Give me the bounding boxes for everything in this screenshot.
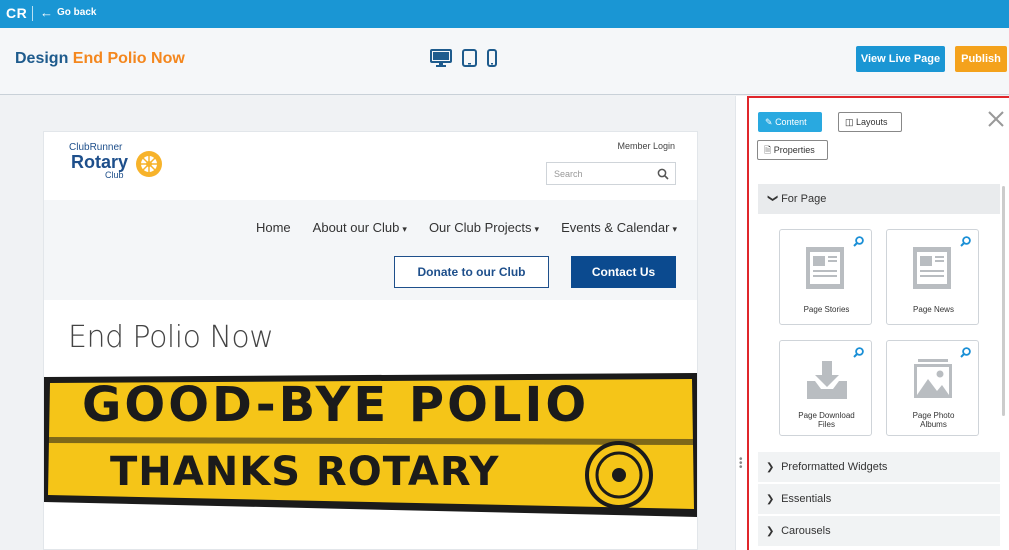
banner-text-line-1: GOOD-BYE POLIO	[82, 377, 590, 433]
tab-properties[interactable]: 🗎 Properties	[757, 140, 828, 160]
widget-label: Page Stories	[803, 305, 850, 314]
page-title: Design End Polio Now	[15, 50, 185, 68]
publish-button[interactable]: Publish	[955, 46, 1007, 72]
download-tray-icon	[805, 357, 849, 406]
tab-content[interactable]: ✎ Content	[758, 112, 822, 132]
top-bar: CR ← Go back	[0, 0, 1009, 28]
close-icon[interactable]	[987, 110, 1005, 133]
tab-layouts-label: Layouts	[856, 117, 888, 127]
arrow-left-icon: ←	[40, 4, 53, 20]
search-placeholder: Search	[554, 169, 583, 179]
widget-panel: ✎ Content ◫ Layouts 🗎 Properties ❯ For P…	[747, 96, 1009, 550]
contact-us-button[interactable]: Contact Us	[571, 256, 676, 288]
go-back-button[interactable]: ← Go back	[40, 4, 97, 20]
nav-home[interactable]: Home	[256, 220, 291, 235]
zoom-icon[interactable]	[853, 345, 864, 363]
edit-icon: ✎	[765, 117, 773, 127]
section-carousels[interactable]: ❯ Carousels	[758, 516, 1000, 546]
zoom-icon[interactable]	[960, 234, 971, 252]
caret-down-icon: ▾	[534, 224, 540, 234]
club-logo[interactable]: ClubRunner Rotary Club	[69, 142, 179, 182]
page-heading: End Polio Now	[68, 320, 274, 355]
section-essentials-label: Essentials	[781, 493, 832, 505]
widget-page-stories[interactable]: Page Stories	[779, 229, 872, 325]
tab-layouts[interactable]: ◫ Layouts	[838, 112, 902, 132]
panel-scrollbar[interactable]	[1002, 186, 1005, 416]
chevron-down-icon: ❯	[767, 194, 778, 203]
banner-text-line-2: THANKS ROTARY	[110, 449, 500, 495]
zoom-icon[interactable]	[853, 234, 864, 252]
device-preview-switcher	[430, 49, 497, 72]
chevron-right-icon: ❯	[766, 494, 775, 505]
caret-down-icon: ▾	[672, 224, 677, 234]
widget-page-photo-albums[interactable]: Page Photo Albums	[886, 340, 979, 436]
nav-events-label: Events & Calendar	[561, 220, 670, 235]
caret-down-icon: ▾	[402, 224, 407, 234]
widget-label: Page Photo Albums	[912, 411, 955, 429]
nav-about[interactable]: About our Club ▾	[313, 220, 407, 235]
site-menu: Home About our Club ▾ Our Club Projects ▾ …	[256, 220, 677, 235]
banner-image[interactable]: GOOD-BYE POLIO THANKS ROTARY	[44, 367, 697, 522]
section-for-page-label: For Page	[781, 193, 827, 205]
tab-properties-label: Properties	[773, 145, 815, 155]
title-page-name: End Polio Now	[72, 50, 185, 67]
app-logo[interactable]: CR	[6, 5, 27, 21]
photo-icon	[912, 357, 954, 406]
document-icon	[805, 246, 845, 295]
title-prefix: Design	[15, 50, 69, 67]
search-icon[interactable]	[657, 167, 669, 185]
drag-handle-icon[interactable]: • • •	[739, 455, 743, 473]
section-essentials[interactable]: ❯ Essentials	[758, 484, 1000, 514]
section-preformatted-widgets-label: Preformatted Widgets	[781, 461, 888, 473]
widget-page-download-files[interactable]: Page Download Files	[779, 340, 872, 436]
file-icon: 🗎	[764, 145, 772, 155]
panel-resize-handle[interactable]: • • •	[735, 96, 747, 550]
nav-about-label: About our Club	[312, 220, 400, 235]
chevron-right-icon: ❯	[766, 526, 775, 537]
section-carousels-label: Carousels	[781, 525, 831, 537]
site-search-input[interactable]: Search	[546, 162, 676, 185]
banner-rotary-wheel-icon	[585, 441, 653, 509]
widget-label: Page Download Files	[798, 411, 855, 429]
section-preformatted-widgets[interactable]: ❯ Preformatted Widgets	[758, 452, 1000, 482]
divider	[32, 6, 33, 21]
tab-content-label: Content	[775, 117, 807, 127]
widget-page-news[interactable]: Page News	[886, 229, 979, 325]
view-live-page-button[interactable]: View Live Page	[856, 46, 945, 72]
go-back-label: Go back	[57, 7, 97, 18]
zoom-icon[interactable]	[960, 345, 971, 363]
site-preview: ClubRunner Rotary Club Member Login Sear…	[43, 131, 698, 550]
donate-button[interactable]: Donate to our Club	[394, 256, 549, 288]
nav-projects[interactable]: Our Club Projects ▾	[429, 220, 539, 235]
editor-header: Design End Polio Now View Live Page Publ…	[0, 28, 1009, 95]
site-nav: Home About our Club ▾ Our Club Projects ▾ …	[44, 200, 697, 300]
member-login-link[interactable]: Member Login	[617, 141, 675, 151]
document-icon	[912, 246, 952, 295]
design-canvas: ClubRunner Rotary Club Member Login Sear…	[0, 96, 735, 550]
section-for-page[interactable]: ❯ For Page	[758, 184, 1000, 214]
chevron-right-icon: ❯	[766, 462, 775, 473]
logo-line-3: Club	[105, 170, 124, 180]
columns-icon: ◫	[845, 117, 854, 127]
nav-projects-label: Our Club Projects	[428, 220, 532, 235]
nav-home-label: Home	[255, 220, 291, 235]
rotary-wheel-icon	[133, 148, 165, 185]
nav-events[interactable]: Events & Calendar ▾	[561, 220, 677, 235]
widget-label: Page News	[913, 305, 954, 314]
mobile-icon[interactable]	[487, 49, 497, 72]
desktop-icon[interactable]	[430, 49, 452, 72]
tablet-icon[interactable]	[462, 49, 477, 72]
